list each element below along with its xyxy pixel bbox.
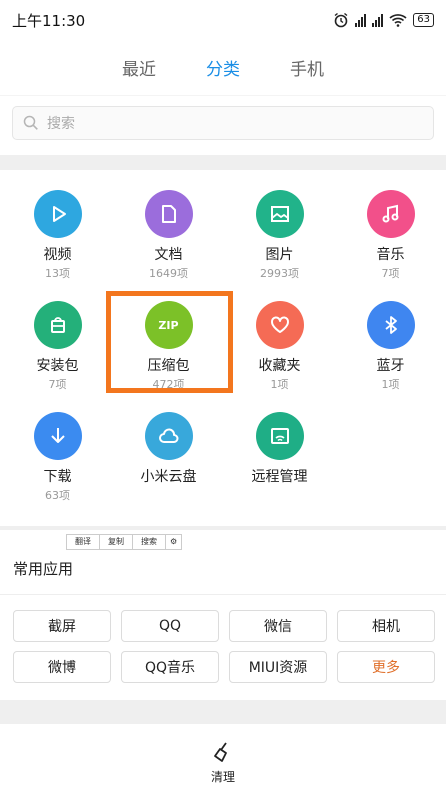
category-count: 472项 bbox=[152, 378, 185, 391]
category-name: 音乐 bbox=[376, 247, 405, 263]
document-icon bbox=[161, 205, 176, 223]
context-copy[interactable]: 复制 bbox=[100, 535, 133, 549]
category-name: 压缩包 bbox=[147, 358, 190, 374]
category-icon-bg bbox=[255, 190, 304, 238]
tab-phone[interactable]: 手机 bbox=[290, 55, 324, 80]
category-count: 1项 bbox=[381, 378, 400, 391]
category-icon-bg bbox=[144, 190, 193, 238]
category-icon-bg bbox=[366, 301, 415, 349]
bluetooth-icon bbox=[384, 316, 397, 334]
category-name: 图片 bbox=[265, 247, 294, 263]
category-icon-bg bbox=[144, 412, 193, 460]
app-qq-button[interactable]: QQ bbox=[121, 610, 219, 642]
play-icon bbox=[52, 206, 66, 222]
section-title: 常用应用 bbox=[13, 560, 74, 578]
category-grid: 视频 13项 文档 1649项 图片 2993项 音乐 7项 安装包 7项 ZI… bbox=[0, 170, 446, 526]
category-name: 小米云盘 bbox=[140, 469, 197, 485]
zip-icon-text: ZIP bbox=[158, 318, 179, 332]
search-input[interactable]: 搜索 bbox=[12, 106, 434, 140]
app-weibo-button[interactable]: 微博 bbox=[13, 651, 111, 683]
tab-bar: 最近 分类 手机 bbox=[0, 40, 446, 95]
category-name: 收藏夹 bbox=[258, 358, 301, 374]
category-music[interactable]: 音乐 7项 bbox=[335, 190, 446, 280]
category-count: 2993项 bbox=[260, 267, 299, 280]
app-camera-button[interactable]: 相机 bbox=[337, 610, 435, 642]
category-mi-cloud[interactable]: 小米云盘 bbox=[113, 412, 224, 501]
status-time: 上午11:30 bbox=[12, 11, 86, 30]
category-name: 文档 bbox=[154, 247, 183, 263]
tab-category[interactable]: 分类 bbox=[206, 55, 240, 80]
search-icon bbox=[23, 115, 38, 130]
broom-icon bbox=[214, 741, 227, 762]
category-video[interactable]: 视频 13项 bbox=[2, 190, 113, 280]
app-qqmusic-button[interactable]: QQ音乐 bbox=[121, 651, 219, 683]
category-name: 视频 bbox=[43, 247, 72, 263]
category-favorites[interactable]: 收藏夹 1项 bbox=[224, 301, 335, 391]
zip-icon: ZIP bbox=[144, 301, 193, 349]
download-icon bbox=[50, 428, 65, 443]
status-bar: 上午11:30 63 bbox=[0, 0, 446, 40]
category-icon-bg bbox=[33, 190, 82, 238]
signal-icon bbox=[355, 13, 367, 27]
category-name: 下载 bbox=[43, 469, 72, 485]
clean-button[interactable]: 清理 bbox=[0, 724, 446, 800]
text-context-toolbar: 翻译 复制 搜索 ⚙ bbox=[66, 534, 183, 550]
category-count: 13项 bbox=[45, 267, 70, 280]
remote-icon bbox=[270, 428, 289, 444]
category-name: 安装包 bbox=[36, 358, 79, 374]
battery-indicator: 63 bbox=[413, 13, 434, 27]
category-icon-bg bbox=[33, 412, 82, 460]
category-count: 63项 bbox=[45, 489, 70, 502]
category-name: 远程管理 bbox=[251, 469, 308, 485]
category-name: 蓝牙 bbox=[376, 358, 405, 374]
status-icons: 63 bbox=[333, 12, 434, 28]
tab-recent[interactable]: 最近 bbox=[122, 55, 156, 80]
package-icon bbox=[50, 317, 65, 333]
app-screenshot-button[interactable]: 截屏 bbox=[13, 610, 111, 642]
context-settings-icon[interactable]: ⚙ bbox=[166, 535, 181, 549]
wifi-icon bbox=[389, 14, 407, 27]
context-search[interactable]: 搜索 bbox=[133, 535, 166, 549]
category-count: 1项 bbox=[270, 378, 289, 391]
category-icon-bg bbox=[33, 301, 82, 349]
music-icon bbox=[382, 204, 398, 223]
signal-icon bbox=[372, 13, 384, 27]
category-apk[interactable]: 安装包 7项 bbox=[2, 301, 113, 391]
category-zip[interactable]: ZIP 压缩包 472项 bbox=[113, 301, 224, 391]
image-icon bbox=[270, 206, 289, 222]
category-icon-bg bbox=[366, 190, 415, 238]
context-translate[interactable]: 翻译 bbox=[67, 535, 100, 549]
search-placeholder: 搜索 bbox=[47, 116, 75, 132]
category-image[interactable]: 图片 2993项 bbox=[224, 190, 335, 280]
app-wechat-button[interactable]: 微信 bbox=[229, 610, 327, 642]
app-miui-resources-button[interactable]: MIUI资源 bbox=[229, 651, 327, 683]
divider bbox=[0, 594, 446, 595]
category-download[interactable]: 下载 63项 bbox=[2, 412, 113, 502]
category-bluetooth[interactable]: 蓝牙 1项 bbox=[335, 301, 446, 391]
category-count: 1649项 bbox=[149, 267, 188, 280]
category-icon-bg bbox=[255, 412, 304, 460]
heart-icon bbox=[270, 316, 289, 333]
category-document[interactable]: 文档 1649项 bbox=[113, 190, 224, 280]
category-icon-bg bbox=[255, 301, 304, 349]
search-area: 搜索 bbox=[0, 95, 446, 155]
alarm-icon bbox=[334, 12, 348, 28]
clean-label: 清理 bbox=[210, 769, 235, 784]
common-apps-panel: 常用应用 截屏 QQ 微信 相机 微博 QQ音乐 MIUI资源 更多 bbox=[0, 530, 446, 700]
category-count: 7项 bbox=[381, 267, 400, 280]
more-apps-button[interactable]: 更多 bbox=[337, 651, 435, 683]
category-count: 7项 bbox=[48, 378, 67, 391]
cloud-icon bbox=[158, 428, 178, 443]
category-remote-manage[interactable]: 远程管理 bbox=[224, 412, 335, 501]
